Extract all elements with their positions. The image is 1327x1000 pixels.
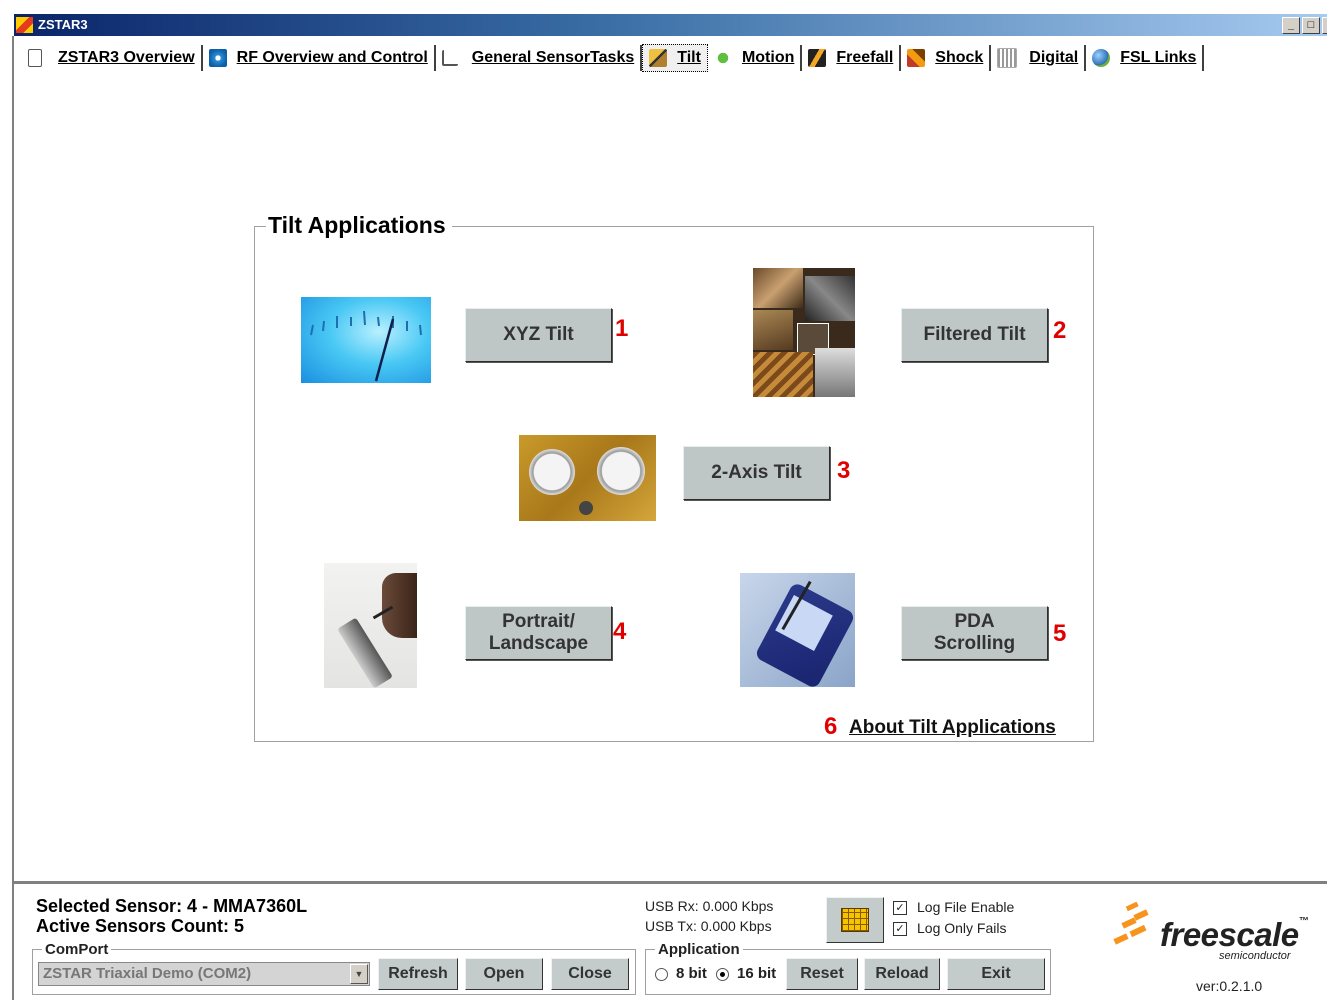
radio-selected-icon (716, 967, 729, 981)
comport-value: ZSTAR Triaxial Demo (COM2) (43, 965, 252, 982)
tilt-icon (649, 49, 668, 67)
group-title: Tilt Applications (266, 212, 452, 239)
motion-icon (713, 49, 732, 67)
freescale-logo-icon (1112, 901, 1162, 950)
brand-text: freescale (1160, 916, 1299, 953)
tab-label: Freefall (836, 49, 894, 66)
button-label-line1: PDA (954, 611, 995, 632)
logo-mark (1113, 901, 1149, 945)
tab-label: ZSTAR3 Overview (58, 49, 195, 66)
app-number-4: 4 (613, 618, 627, 645)
trademark: ™ (1298, 916, 1309, 927)
shock-icon (907, 49, 926, 67)
gauge-needle-drawing (310, 310, 422, 382)
tab-fsl-links[interactable]: FSL Links (1086, 45, 1205, 71)
checkbox-icon: ✓ (893, 922, 907, 937)
freefall-icon (808, 49, 827, 67)
chevron-down-icon[interactable]: ▼ (350, 964, 368, 984)
tab-bar: ZSTAR3 Overview RF Overview and Control … (14, 43, 1205, 73)
selected-sensor-text: Selected Sensor: 4 - MMA7360L (36, 896, 308, 916)
checkbox-icon: ✓ (893, 901, 907, 916)
about-tilt-applications-link[interactable]: About Tilt Applications (849, 717, 1056, 739)
log-only-fails-label: Log Only Fails (917, 920, 1007, 936)
app-number-2: 2 (1053, 317, 1067, 344)
application-legend: Application (655, 941, 743, 958)
tab-rf-overview[interactable]: RF Overview and Control (203, 45, 436, 71)
log-only-fails-checkbox[interactable]: ✓ Log Only Fails (893, 920, 1007, 937)
close-window-button[interactable]: × (1322, 17, 1327, 34)
close-port-button[interactable]: Close (551, 958, 629, 990)
tab-zstar3-overview[interactable]: ZSTAR3 Overview (14, 45, 203, 71)
usb-rx-text: USB Rx: 0.000 Kbps (645, 898, 774, 914)
globe-icon (1092, 49, 1111, 67)
handheld-device-image (324, 563, 417, 688)
tab-label: Tilt (677, 49, 701, 66)
grid-icon (841, 908, 869, 932)
digital-icon (997, 48, 1018, 68)
pressure-gauges-image (519, 435, 656, 521)
tab-label: Motion (741, 49, 795, 66)
portrait-landscape-button[interactable]: Portrait/ Landscape (465, 606, 612, 660)
tab-digital[interactable]: Digital (991, 45, 1087, 71)
refresh-button[interactable]: Refresh (378, 958, 458, 990)
reload-button[interactable]: Reload (864, 958, 940, 990)
radio-icon (655, 967, 668, 981)
pda-image (740, 573, 855, 687)
collage-image (753, 268, 855, 397)
log-file-enable-checkbox[interactable]: ✓ Log File Enable (893, 899, 1015, 916)
tab-label: Shock (935, 49, 984, 66)
pda-scrolling-button[interactable]: PDA Scrolling (901, 606, 1048, 660)
usb-tx-text: USB Tx: 0.000 Kbps (645, 918, 772, 934)
log-file-enable-label: Log File Enable (917, 899, 1015, 915)
antenna-icon (208, 49, 227, 67)
comport-select[interactable]: ZSTAR Triaxial Demo (COM2) ▼ (38, 962, 370, 986)
button-label-line2: Landscape (488, 633, 589, 654)
app-number-1: 1 (615, 315, 629, 342)
filtered-tilt-button[interactable]: Filtered Tilt (901, 308, 1048, 362)
tab-shock[interactable]: Shock (901, 45, 992, 71)
brand-subtitle: semiconductor (1219, 950, 1291, 962)
tab-label: FSL Links (1120, 49, 1197, 66)
xyz-tilt-button[interactable]: XYZ Tilt (465, 308, 612, 362)
tab-tilt[interactable]: Tilt (642, 44, 708, 72)
comport-legend: ComPort (42, 941, 112, 958)
title-bar: ZSTAR3 _ □ × (14, 14, 1327, 36)
about-number-6: 6 (824, 713, 838, 740)
log-grid-button[interactable] (826, 897, 884, 943)
tab-freefall[interactable]: Freefall (802, 45, 902, 71)
8-bit-label: 8 bit (676, 965, 707, 982)
reset-button[interactable]: Reset (786, 958, 858, 990)
8-bit-radio[interactable]: 8 bit (655, 965, 707, 982)
app-number-3: 3 (837, 457, 851, 484)
version-text: ver:0.2.1.0 (1196, 978, 1263, 994)
window-title: ZSTAR3 (38, 17, 88, 32)
button-label-line2: Scrolling (933, 633, 1016, 654)
active-sensors-count-text: Active Sensors Count: 5 (36, 916, 245, 936)
16-bit-radio[interactable]: 16 bit (716, 965, 776, 982)
16-bit-label: 16 bit (737, 965, 777, 982)
tab-motion[interactable]: Motion (708, 45, 803, 71)
tab-general-sensor-tasks[interactable]: General SensorTasks (436, 45, 643, 71)
document-icon (28, 49, 42, 67)
tab-label: RF Overview and Control (236, 49, 428, 66)
open-button[interactable]: Open (465, 958, 543, 990)
app-number-5: 5 (1053, 620, 1067, 647)
app-logo-icon (16, 17, 33, 33)
two-axis-tilt-button[interactable]: 2-Axis Tilt (683, 446, 830, 500)
gauge-needle-image (301, 297, 431, 383)
tab-label: Digital (1029, 49, 1079, 66)
exit-button[interactable]: Exit (947, 958, 1045, 990)
brand-name: freescale™ (1160, 916, 1309, 954)
button-label-line1: Portrait/ (502, 611, 575, 632)
minimize-button[interactable]: _ (1282, 17, 1300, 34)
tab-label: General SensorTasks (471, 49, 635, 66)
maximize-button[interactable]: □ (1302, 17, 1320, 34)
chart-icon (441, 50, 458, 66)
